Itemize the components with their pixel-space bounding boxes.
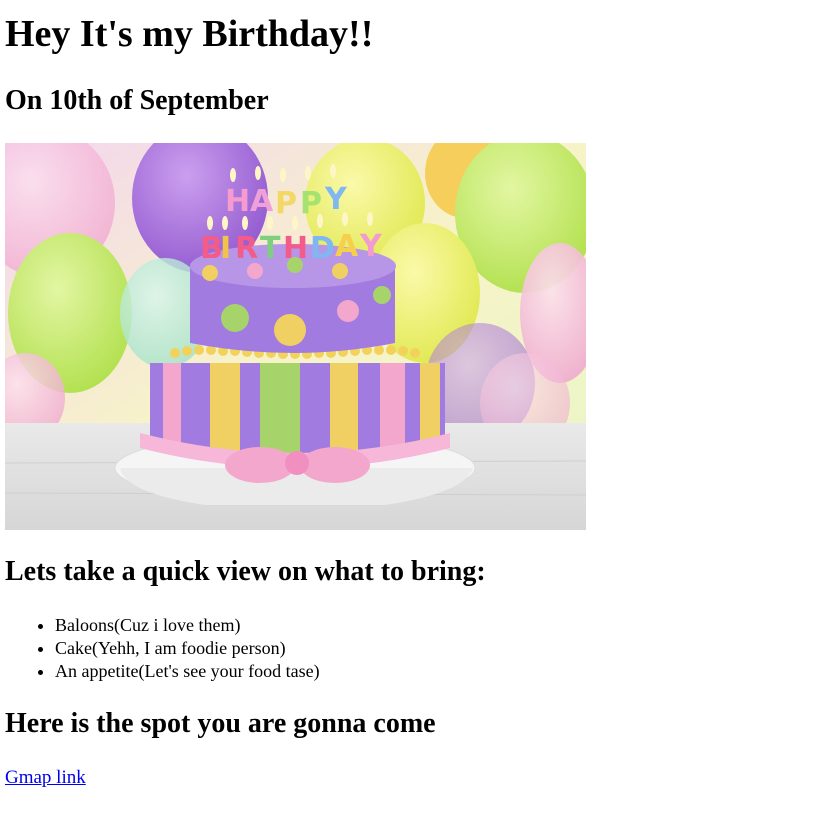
date-heading: On 10th of September [5,85,269,116]
svg-text:T: T [260,231,281,266]
svg-text:D: D [310,231,335,266]
gmap-link[interactable]: Gmap link [5,766,86,790]
svg-text:Y: Y [359,229,383,264]
svg-text:A: A [335,229,359,264]
birthday-cake-image: H A P P Y B I R T H D A Y [5,143,586,530]
svg-text:P: P [275,186,297,221]
page-title: Hey It's my Birthday!! [5,13,374,55]
list-item: An appetite(Let's see your food tase) [55,660,320,683]
list-item: Baloons(Cuz i love them) [55,614,320,637]
list-item: Cake(Yehh, I am foodie person) [55,637,320,660]
svg-text:A: A [250,184,274,219]
svg-text:I: I [220,231,231,266]
svg-text:H: H [283,231,308,266]
svg-text:Y: Y [324,182,348,217]
svg-text:H: H [225,184,250,219]
spot-heading: Here is the spot you are gonna come [5,708,436,739]
svg-text:R: R [235,231,258,266]
what-to-bring-heading: Lets take a quick view on what to bring: [5,556,486,587]
bring-list: Baloons(Cuz i love them) Cake(Yehh, I am… [5,614,320,683]
